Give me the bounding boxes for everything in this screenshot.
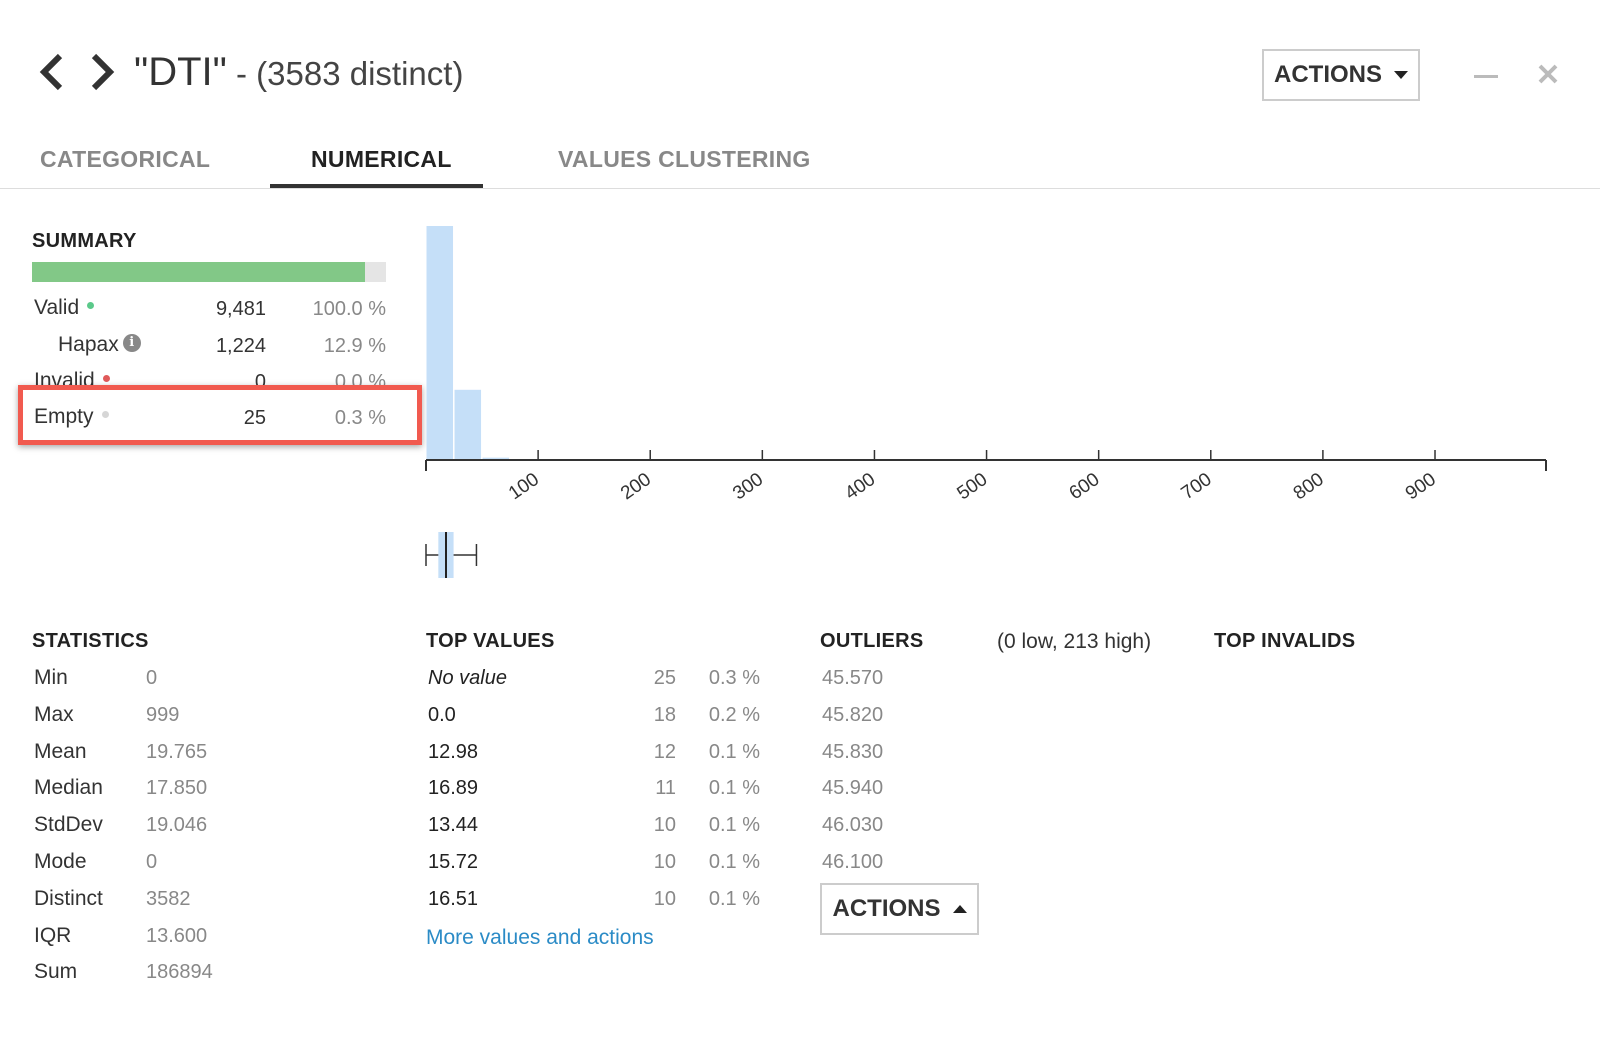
invalid-dot-icon (102, 374, 110, 382)
stat-value: 19.765 (146, 740, 208, 763)
stat-label: Distinct (34, 886, 103, 910)
actions-button[interactable]: ACTIONS (1262, 49, 1420, 101)
stat-value: 999 (146, 703, 180, 726)
x-tick-label: 500 (953, 469, 991, 504)
top-values-title: TOP VALUES (426, 630, 555, 652)
actions-button-label: ACTIONS (1274, 61, 1382, 88)
tabs-divider (0, 188, 1600, 189)
distinct-count: - (3583 distinct) (226, 55, 464, 92)
tab-values-clustering[interactable]: VALUES CLUSTERING (558, 146, 811, 173)
outliers-actions-label: ACTIONS (832, 895, 941, 922)
x-tick-label: 400 (841, 469, 879, 504)
stat-value: 17.850 (146, 777, 208, 800)
top-value[interactable]: 12.98 (428, 741, 478, 764)
column-name: "DTI" (134, 50, 227, 94)
stat-label: Sum (34, 960, 78, 984)
stat-label: Max (34, 702, 74, 726)
empty-dot-icon (101, 410, 109, 418)
x-tick-label: 700 (1178, 469, 1216, 504)
tab-numerical[interactable]: NUMERICAL (311, 146, 452, 173)
top-invalids-title: TOP INVALIDS (1214, 630, 1356, 652)
x-tick-label: 800 (1290, 469, 1328, 504)
x-tick-label: 300 (729, 469, 767, 504)
stat-value: 19.046 (146, 814, 208, 837)
top-value[interactable]: 15.72 (428, 851, 478, 874)
stat-label: Median (34, 776, 103, 800)
top-value[interactable]: 16.89 (428, 777, 478, 800)
summary-valid-pct: 100.0 % (312, 298, 386, 320)
x-tick-label: 600 (1066, 469, 1104, 504)
outlier-value: 45.830 (822, 740, 884, 763)
caret-down-icon (1394, 71, 1408, 79)
outliers-summary: (0 low, 213 high) (997, 630, 1152, 653)
top-value[interactable]: No value (428, 667, 507, 690)
summary-hapax-count: 1,224 (215, 335, 266, 357)
summary-empty-label: Empty (34, 405, 109, 429)
histogram-bar[interactable] (454, 389, 482, 460)
stat-value: 0 (146, 851, 158, 873)
tab-categorical[interactable]: CATEGORICAL (40, 146, 210, 173)
outlier-value: 46.100 (822, 851, 884, 873)
outliers-title: OUTLIERS (820, 630, 924, 652)
outliers-actions-button[interactable]: ACTIONS (820, 883, 979, 935)
x-tick-label: 200 (617, 469, 655, 504)
top-value-count: 10 (653, 814, 676, 837)
empty-label-text: Empty (34, 405, 94, 428)
top-value-count: 10 (653, 851, 676, 873)
hapax-label-text: Hapax (58, 333, 119, 356)
summary-hapax-pct: 12.9 % (323, 335, 386, 357)
more-values-link[interactable]: More values and actions (426, 926, 654, 950)
summary-valid-label: Valid (34, 296, 95, 320)
summary-hapax-label: Hapax i (58, 333, 141, 357)
histogram-chart: 100 200 300 400 500 600 700 800 900 (425, 226, 1547, 578)
stat-value: 13.600 (146, 924, 208, 947)
top-value-pct: 0.1 % (708, 851, 760, 873)
summary-valid-fill (32, 262, 365, 282)
chevron-right-icon[interactable] (88, 52, 116, 100)
top-value-pct: 0.3 % (708, 667, 760, 689)
histogram-bar[interactable] (426, 226, 454, 460)
info-icon[interactable]: i (122, 334, 141, 353)
summary-title: SUMMARY (32, 230, 137, 252)
stat-label: Mode (34, 850, 87, 873)
stat-label: Mean (34, 739, 87, 763)
x-tick-label: 100 (505, 469, 543, 504)
summary-progress-bar (32, 262, 386, 282)
stat-label: Min (34, 666, 68, 689)
summary-valid-count: 9,481 (215, 298, 266, 320)
top-value-count: 18 (653, 703, 676, 726)
valid-label-text: Valid (34, 296, 80, 319)
top-value-pct: 0.1 % (708, 740, 760, 763)
top-value-count: 10 (653, 887, 676, 910)
summary-empty-count: 25 (243, 407, 266, 429)
stat-label: StdDev (34, 813, 103, 837)
top-value-pct: 0.1 % (708, 777, 760, 800)
top-value-count: 12 (653, 740, 676, 763)
page-title: "DTI" - (3583 distinct) (134, 50, 463, 95)
outlier-value: 45.940 (822, 777, 884, 800)
top-value[interactable]: 13.44 (428, 814, 478, 837)
caret-up-icon (952, 905, 967, 913)
x-tick-label: 900 (1402, 469, 1440, 504)
stat-label: IQR (34, 923, 72, 947)
stat-value: 3582 (146, 887, 191, 910)
statistics-title: STATISTICS (32, 630, 149, 652)
close-icon[interactable] (1536, 62, 1560, 91)
minimize-icon[interactable] (1474, 75, 1498, 78)
outlier-value: 46.030 (822, 814, 884, 837)
summary-empty-pct: 0.3 % (334, 407, 386, 429)
top-value-count: 25 (653, 667, 676, 689)
top-value-pct: 0.1 % (708, 814, 760, 837)
top-value-pct: 0.1 % (708, 887, 760, 910)
outlier-value: 45.820 (822, 703, 884, 726)
top-value-pct: 0.2 % (708, 703, 760, 726)
chevron-left-icon[interactable] (38, 52, 66, 100)
valid-dot-icon (87, 301, 95, 309)
outlier-value: 45.570 (822, 667, 884, 689)
top-value[interactable]: 16.51 (428, 888, 478, 911)
top-value-count: 11 (655, 777, 676, 800)
top-value[interactable]: 0.0 (428, 704, 456, 727)
stat-value: 0 (146, 667, 158, 689)
stat-value: 186894 (146, 961, 213, 984)
